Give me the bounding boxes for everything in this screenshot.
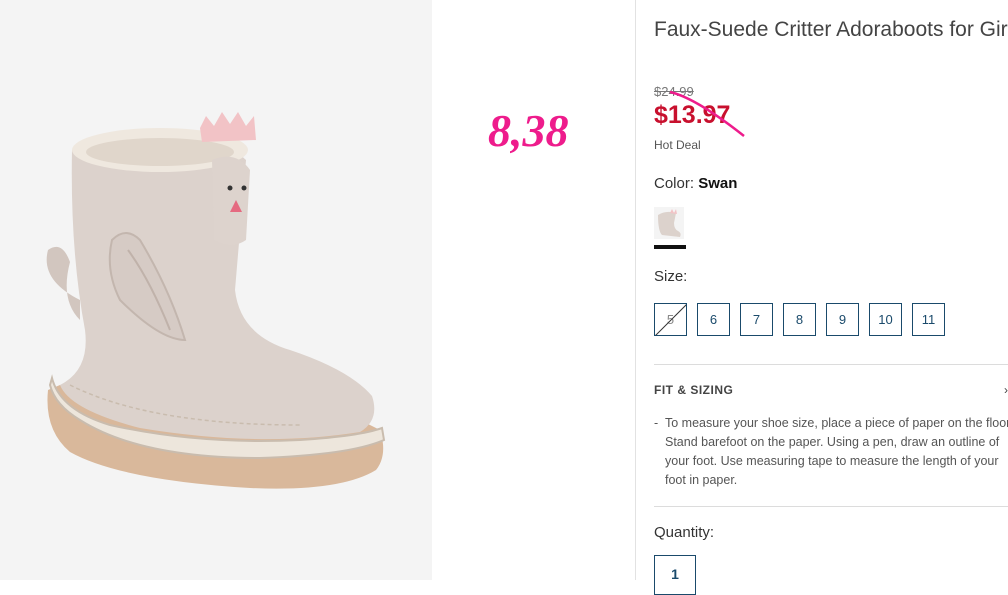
color-value: Swan xyxy=(698,175,738,192)
product-info-panel: Faux-Suede Critter Adoraboots for Girls … xyxy=(654,0,1008,595)
price-annotation: 8,38 xyxy=(488,105,569,156)
size-option-5[interactable]: 5 xyxy=(654,303,687,336)
color-label-text: Color: xyxy=(654,175,695,192)
size-option-9[interactable]: 9 xyxy=(826,303,859,336)
size-selector: 5 6 7 8 9 10 11 xyxy=(654,303,945,336)
chevron-icon[interactable]: › xyxy=(1004,383,1008,397)
fit-sizing-toggle[interactable]: FIT & SIZING xyxy=(654,383,733,397)
deal-badge: Hot Deal xyxy=(654,138,701,152)
size-option-6[interactable]: 6 xyxy=(697,303,730,336)
size-option-7[interactable]: 7 xyxy=(740,303,773,336)
color-label: Color: Swan xyxy=(654,175,737,192)
section-divider xyxy=(654,364,1008,365)
section-divider xyxy=(654,506,1008,507)
color-swatch-swan[interactable] xyxy=(654,207,684,239)
bullet-dash: - xyxy=(654,416,659,430)
fit-sizing-content: - To measure your shoe size, place a pie… xyxy=(654,414,1008,490)
quantity-label: Quantity: xyxy=(654,524,715,541)
swatch-thumbnail xyxy=(654,207,684,239)
column-divider xyxy=(635,0,636,580)
product-image[interactable] xyxy=(0,0,432,580)
size-option-11[interactable]: 11 xyxy=(912,303,945,336)
fit-sizing-text: To measure your shoe size, place a piece… xyxy=(665,416,1008,487)
size-option-8[interactable]: 8 xyxy=(783,303,816,336)
boot-illustration xyxy=(0,0,432,580)
product-title: Faux-Suede Critter Adoraboots for Girls xyxy=(654,18,1008,41)
quantity-select[interactable]: 1 xyxy=(654,555,696,595)
size-option-10[interactable]: 10 xyxy=(869,303,902,336)
size-label: Size: xyxy=(654,268,688,285)
swatch-selected-indicator xyxy=(654,245,686,249)
price-strike-annotation xyxy=(669,90,745,137)
